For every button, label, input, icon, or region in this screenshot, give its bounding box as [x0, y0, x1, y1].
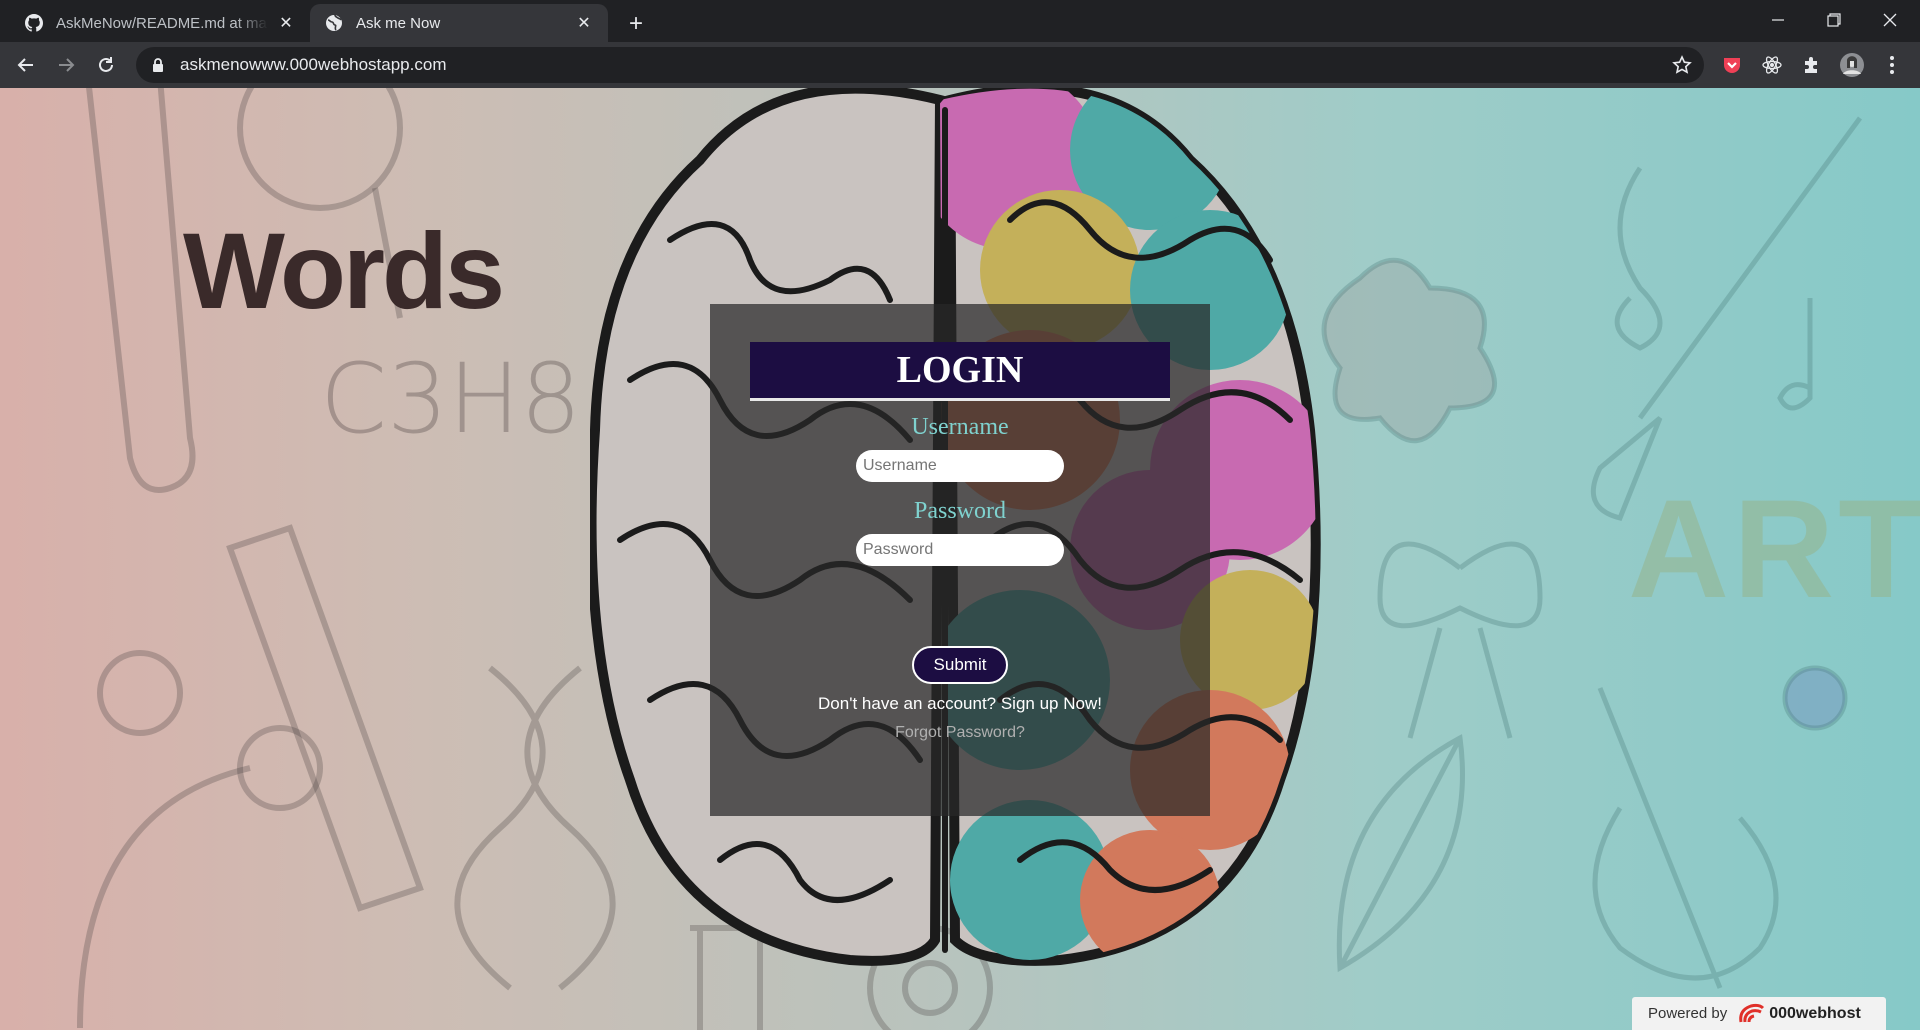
- submit-button[interactable]: Submit: [912, 646, 1008, 684]
- github-icon: [24, 13, 44, 33]
- pocket-extension-icon[interactable]: [1718, 51, 1746, 79]
- login-panel: LOGIN Username Password Submit Don't hav…: [710, 304, 1210, 816]
- password-input[interactable]: [856, 534, 1064, 566]
- profile-avatar[interactable]: [1838, 51, 1866, 79]
- tab-strip: AskMeNow/README.md at master ✕ Ask me No…: [0, 0, 1920, 42]
- powered-by-badge[interactable]: Powered by 000webhost: [1632, 997, 1886, 1030]
- close-window-icon[interactable]: [1862, 0, 1918, 40]
- url-text: askmenowww.000webhostapp.com: [180, 55, 447, 74]
- art-doodle-label: ART: [1628, 470, 1920, 627]
- signup-link[interactable]: Don't have an account? Sign up Now!: [710, 694, 1210, 714]
- react-devtools-icon[interactable]: [1758, 51, 1786, 79]
- username-input[interactable]: [856, 450, 1064, 482]
- forward-icon[interactable]: [50, 49, 82, 81]
- powered-by-label: Powered by: [1648, 1005, 1728, 1022]
- bookmark-star-icon[interactable]: [1670, 53, 1694, 77]
- forgot-password-link[interactable]: Forgot Password?: [710, 724, 1210, 742]
- new-tab-button[interactable]: +: [622, 10, 650, 38]
- close-icon[interactable]: ✕: [574, 13, 594, 33]
- formula-doodle-label: C3H8: [320, 343, 582, 455]
- tab-ask-me-now[interactable]: Ask me Now ✕: [310, 4, 608, 42]
- webhost-logo-icon: [1737, 1002, 1765, 1026]
- menu-kebab-icon[interactable]: [1878, 51, 1906, 79]
- webhost-brand: 000webhost: [1769, 1004, 1861, 1022]
- lock-icon[interactable]: [150, 57, 166, 73]
- page-viewport: Words C3H8 ART LOGIN Username Username P…: [0, 88, 1920, 1030]
- browser-toolbar: askmenowww.000webhostapp.com: [0, 42, 1920, 88]
- tab-title: AskMeNow/README.md at master: [56, 14, 268, 32]
- puzzle-extensions-icon[interactable]: [1798, 51, 1826, 79]
- tab-title: Ask me Now: [356, 14, 441, 32]
- restore-icon[interactable]: [1806, 0, 1862, 40]
- close-icon[interactable]: ✕: [276, 13, 296, 33]
- words-doodle-label: Words: [183, 210, 505, 331]
- tab-readme[interactable]: AskMeNow/README.md at master ✕: [10, 4, 310, 42]
- reload-icon[interactable]: [90, 49, 122, 81]
- login-heading: LOGIN: [750, 342, 1170, 401]
- back-icon[interactable]: [10, 49, 42, 81]
- globe-icon: [324, 13, 344, 33]
- minimize-icon[interactable]: [1750, 0, 1806, 40]
- password-label: Password: [913, 498, 1006, 524]
- username-label: Username: [911, 414, 1009, 440]
- address-bar[interactable]: askmenowww.000webhostapp.com: [136, 47, 1704, 83]
